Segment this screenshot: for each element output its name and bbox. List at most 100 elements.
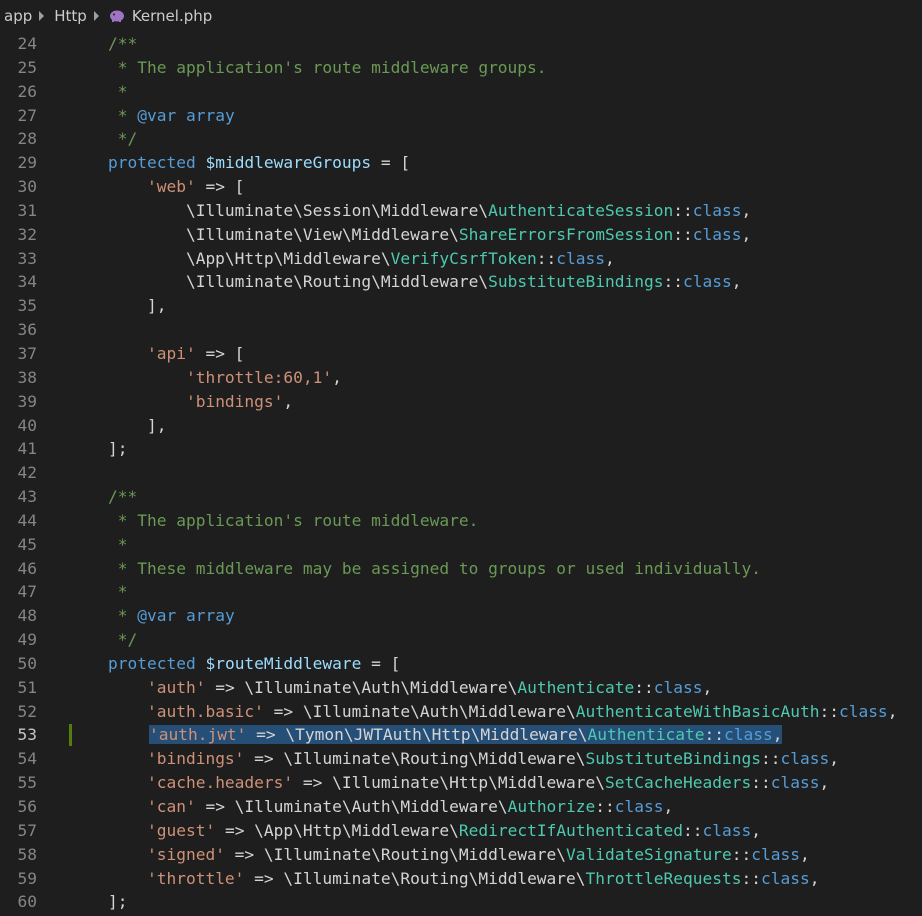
code-token: * The application's route middleware. bbox=[69, 510, 479, 530]
line-number: 57 bbox=[17, 820, 38, 840]
code-token: :: bbox=[731, 844, 752, 864]
code-line[interactable]: 48 * @var array bbox=[0, 604, 922, 628]
code-line[interactable]: 39 'bindings', bbox=[0, 390, 922, 414]
code-token: :: bbox=[741, 868, 761, 888]
code-token: => \App\Http\Middleware\ bbox=[215, 820, 459, 840]
code-token: * bbox=[69, 105, 138, 125]
line-number: 60 bbox=[17, 892, 38, 912]
line-number: 36 bbox=[17, 320, 38, 340]
code-token: */ bbox=[69, 630, 138, 650]
code-line[interactable]: 55 'cache.headers' => \Illuminate\Http\M… bbox=[0, 771, 922, 795]
code-token: :: bbox=[663, 272, 684, 292]
code-token: $middlewareGroups bbox=[205, 153, 372, 173]
code-line[interactable]: 56 'can' => \Illuminate\Auth\Middleware\… bbox=[0, 795, 922, 819]
code-line[interactable]: 27 * @var array bbox=[0, 104, 922, 128]
code-line[interactable]: 44 * The application's route middleware. bbox=[0, 509, 922, 533]
code-token: RedirectIfAuthenticated bbox=[458, 820, 684, 840]
code-token: , bbox=[741, 224, 752, 244]
code-line[interactable]: 54 'bindings' => \Illuminate\Routing\Mid… bbox=[0, 747, 922, 771]
code-line[interactable]: 28 */ bbox=[0, 127, 922, 151]
code-token: ]; bbox=[69, 439, 128, 459]
code-token: class bbox=[614, 797, 664, 816]
code-line[interactable]: 36 bbox=[0, 318, 922, 342]
code-line[interactable]: 59 'throttle' => \Illuminate\Routing\Mid… bbox=[0, 867, 922, 891]
code-token: :: bbox=[536, 248, 557, 268]
code-text: * bbox=[69, 533, 128, 557]
code-line[interactable]: 51 'auth' => \Illuminate\Auth\Middleware… bbox=[0, 676, 922, 700]
code-token: 'auth.jwt' bbox=[148, 725, 247, 745]
code-token: , bbox=[819, 773, 830, 793]
code-token: 'guest' bbox=[146, 820, 216, 840]
code-token: AuthenticateSession bbox=[488, 200, 674, 220]
code-token: :: bbox=[673, 200, 693, 220]
code-token: 'bindings' bbox=[185, 391, 284, 411]
code-line[interactable]: 50 protected $routeMiddleware = [ bbox=[0, 652, 922, 676]
code-line[interactable]: 32 \Illuminate\View\Middleware\ShareErro… bbox=[0, 223, 922, 247]
breadcrumb-folder-app[interactable]: app bbox=[4, 7, 32, 25]
code-line[interactable]: 34 \Illuminate\Routing\Middleware\Substi… bbox=[0, 270, 922, 294]
code-line[interactable]: 53 'auth.jwt' => \Tymon\JWTAuth\Http\Mid… bbox=[0, 723, 922, 747]
code-token: 'cache.headers' bbox=[146, 773, 294, 793]
code-line[interactable]: 25 * The application's route middleware … bbox=[0, 56, 922, 80]
code-line[interactable]: 43 /** bbox=[0, 485, 922, 509]
code-token: AuthenticateWithBasicAuth bbox=[575, 701, 820, 721]
code-token: 'web' bbox=[146, 177, 196, 197]
code-line[interactable]: 37 'api' => [ bbox=[0, 342, 922, 366]
code-token: \App\Http\Middleware\ bbox=[69, 248, 391, 268]
code-line[interactable]: 35 ], bbox=[0, 294, 922, 318]
code-token: class bbox=[702, 820, 752, 840]
code-text: /** bbox=[69, 32, 137, 56]
code-text: * The application's route middleware gro… bbox=[69, 56, 547, 80]
code-line[interactable]: 47 * bbox=[0, 580, 922, 604]
code-line[interactable]: 33 \App\Http\Middleware\VerifyCsrfToken:… bbox=[0, 247, 922, 271]
line-number: 48 bbox=[17, 606, 38, 626]
code-line[interactable]: 30 'web' => [ bbox=[0, 175, 922, 199]
code-line[interactable]: 45 * bbox=[0, 533, 922, 557]
code-line[interactable]: 26 * bbox=[0, 80, 922, 104]
code-line[interactable]: 29 protected $middlewareGroups = [ bbox=[0, 151, 922, 175]
php-elephant-icon bbox=[109, 10, 124, 22]
code-text: */ bbox=[69, 127, 138, 151]
code-text: 'guest' => \App\Http\Middleware\Redirect… bbox=[69, 819, 761, 843]
code-token: SubstituteBindings bbox=[585, 749, 761, 769]
code-token: protected bbox=[69, 653, 206, 673]
code-line[interactable]: 58 'signed' => \Illuminate\Routing\Middl… bbox=[0, 843, 922, 867]
code-line[interactable]: 46 * These middleware may be assigned to… bbox=[0, 557, 922, 581]
code-token: ], bbox=[69, 415, 167, 435]
code-line[interactable]: 52 'auth.basic' => \Illuminate\Auth\Midd… bbox=[0, 700, 922, 724]
line-number: 51 bbox=[17, 677, 38, 697]
line-number: 32 bbox=[17, 224, 38, 244]
code-token: /** bbox=[69, 34, 138, 53]
code-text: \Illuminate\Routing\Middleware\Substitut… bbox=[69, 270, 742, 294]
line-number: 58 bbox=[17, 844, 38, 864]
code-token: $routeMiddleware bbox=[205, 653, 362, 673]
code-token: 'throttle:60,1' bbox=[185, 367, 333, 387]
code-line[interactable]: 38 'throttle:60,1', bbox=[0, 366, 922, 390]
code-line[interactable]: 42 bbox=[0, 461, 922, 485]
code-editor[interactable]: 24 /** 25 * The application's route middl… bbox=[0, 32, 922, 916]
code-token: :: bbox=[673, 224, 693, 244]
code-token: * bbox=[69, 534, 128, 554]
code-line[interactable]: 31 \Illuminate\Session\Middleware\Authen… bbox=[0, 199, 922, 223]
code-token: ThrottleRequests bbox=[585, 868, 742, 888]
code-token: = [ bbox=[361, 653, 401, 673]
code-token: * These middleware may be assigned to gr… bbox=[69, 558, 761, 578]
line-number: 53 bbox=[17, 725, 38, 745]
code-token: class bbox=[653, 677, 703, 697]
code-line[interactable]: 60 ]; bbox=[0, 890, 922, 914]
code-line[interactable]: 57 'guest' => \App\Http\Middleware\Redir… bbox=[0, 819, 922, 843]
code-text: * These middleware may be assigned to gr… bbox=[69, 557, 761, 581]
code-line[interactable]: 49 */ bbox=[0, 628, 922, 652]
code-token: class bbox=[692, 200, 742, 220]
code-line[interactable]: 40 ], bbox=[0, 414, 922, 438]
breadcrumb-folder-http[interactable]: Http bbox=[54, 7, 87, 25]
code-token: , bbox=[283, 391, 294, 411]
code-line[interactable]: 41 ]; bbox=[0, 437, 922, 461]
breadcrumb-file-kernel[interactable]: Kernel.php bbox=[132, 7, 212, 25]
code-token: => \Illuminate\Auth\Middleware\ bbox=[205, 677, 518, 697]
code-line[interactable]: 24 /** bbox=[0, 32, 922, 56]
